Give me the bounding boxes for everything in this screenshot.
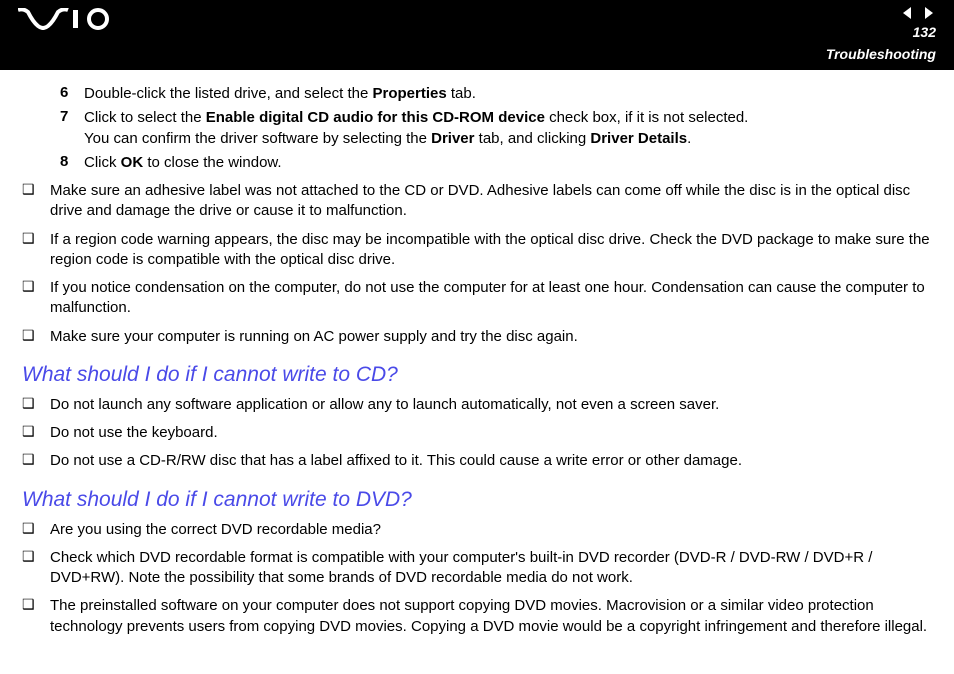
page-header: 132 Troubleshooting [0, 0, 954, 70]
nav-next-icon[interactable] [922, 6, 936, 20]
step-number: 8 [60, 153, 84, 173]
step-number: 7 [60, 108, 84, 149]
heading-cd: What should I do if I cannot write to CD… [22, 363, 932, 387]
bullet-cd-text: Do not use the keyboard. [50, 423, 932, 443]
bullet-cd-text: Do not use a CD-R/RW disc that has a lab… [50, 451, 932, 471]
bullet-icon: ❑ [22, 327, 50, 347]
bullet-icon: ❑ [22, 278, 50, 319]
bullet-dvd-text: Are you using the correct DVD recordable… [50, 520, 932, 540]
heading-dvd: What should I do if I cannot write to DV… [22, 488, 932, 512]
vaio-logo [18, 8, 118, 30]
step-text: Double-click the listed drive, and selec… [84, 84, 932, 104]
nav-arrows [900, 6, 936, 20]
bullet-dvd-item: ❑The preinstalled software on your compu… [22, 596, 932, 637]
bullet-icon: ❑ [22, 596, 50, 637]
bullet-top-text: Make sure your computer is running on AC… [50, 327, 932, 347]
bullet-top-text: If a region code warning appears, the di… [50, 230, 932, 271]
bullet-dvd-item: ❑Are you using the correct DVD recordabl… [22, 520, 932, 540]
bullet-cd-text: Do not launch any software application o… [50, 395, 932, 415]
step-text: Click to select the Enable digital CD au… [84, 108, 932, 149]
bullet-icon: ❑ [22, 423, 50, 443]
bullet-top-item: ❑If a region code warning appears, the d… [22, 230, 932, 271]
bullet-cd-item: ❑Do not use a CD-R/RW disc that has a la… [22, 451, 932, 471]
bullet-top-item: ❑If you notice condensation on the compu… [22, 278, 932, 319]
bullet-top-text: Make sure an adhesive label was not atta… [50, 181, 932, 222]
bullet-icon: ❑ [22, 395, 50, 415]
numbered-step: 6Double-click the listed drive, and sele… [22, 84, 932, 104]
section-title: Troubleshooting [826, 46, 936, 62]
page-content: 6Double-click the listed drive, and sele… [0, 70, 954, 659]
step-number: 6 [60, 84, 84, 104]
bullet-icon: ❑ [22, 548, 50, 589]
bullet-top-text: If you notice condensation on the comput… [50, 278, 932, 319]
page-number: 132 [913, 24, 936, 40]
bullet-top-item: ❑Make sure your computer is running on A… [22, 327, 932, 347]
bullet-dvd-text: The preinstalled software on your comput… [50, 596, 932, 637]
step-text: Click OK to close the window. [84, 153, 932, 173]
bullet-cd-item: ❑Do not use the keyboard. [22, 423, 932, 443]
nav-prev-icon[interactable] [900, 6, 914, 20]
bullet-dvd-text: Check which DVD recordable format is com… [50, 548, 932, 589]
bullet-icon: ❑ [22, 230, 50, 271]
bullet-icon: ❑ [22, 520, 50, 540]
bullet-icon: ❑ [22, 451, 50, 471]
bullet-dvd-item: ❑Check which DVD recordable format is co… [22, 548, 932, 589]
bullet-cd-item: ❑Do not launch any software application … [22, 395, 932, 415]
numbered-step: 7Click to select the Enable digital CD a… [22, 108, 932, 149]
bullet-icon: ❑ [22, 181, 50, 222]
bullet-top-item: ❑Make sure an adhesive label was not att… [22, 181, 932, 222]
numbered-step: 8Click OK to close the window. [22, 153, 932, 173]
